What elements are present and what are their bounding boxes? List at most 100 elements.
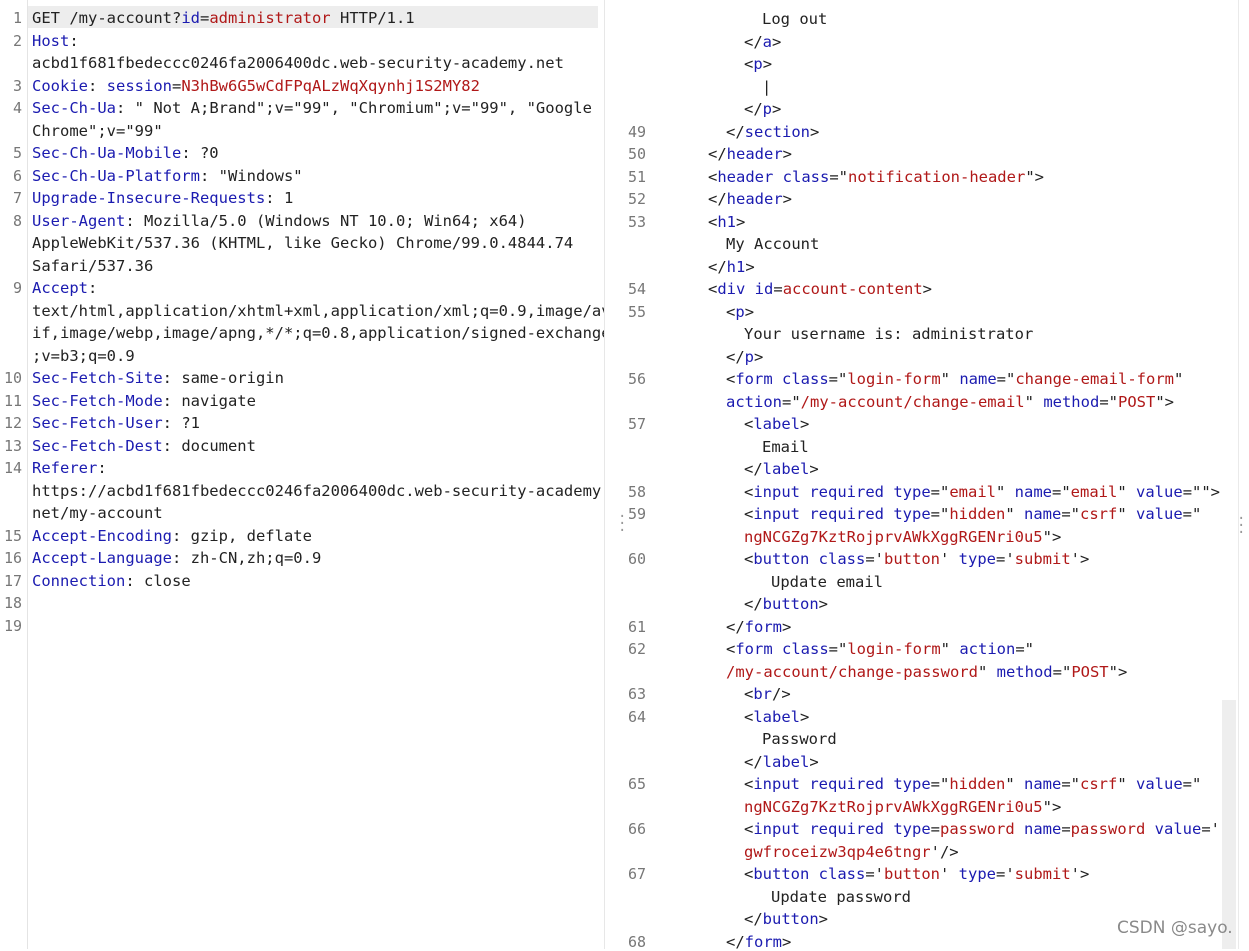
right-code-line: <label> [744,413,809,435]
code-token: /> [772,685,791,703]
code-token: > [745,257,755,276]
code-token: name [1024,505,1062,523]
code-token: < [744,415,754,433]
left-code-line: GET /my-account?id=administrator HTTP/1.… [32,7,415,29]
code-token: input required type [753,482,931,501]
code-token: < [744,707,754,726]
code-token: p [762,100,773,118]
right-line-number: 66 [627,820,646,838]
code-token: < [708,280,718,298]
left-line-number: 6 [12,166,22,185]
code-token: POST [1071,662,1109,681]
code-token: " [1024,392,1044,411]
right-code-line: </header> [708,143,792,165]
right-code-line: <div id=account-content> [708,278,932,300]
right-code-line: Your username is: administrator [744,323,1033,345]
code-token: Your username is: administrator [744,325,1034,343]
watermark: CSDN @sayo. [1117,918,1233,938]
right-code-line: </label> [744,458,819,480]
right-line-number: 57 [627,415,646,433]
code-token: AppleWebKit/537.36 (KHTML, like Gecko) C… [32,234,574,252]
code-token: N3hBw6G5wCdFPqALzWqXqynhj1S2MY82 [181,76,480,95]
code-token: < [744,775,754,793]
code-token: " [1173,370,1184,388]
left-code-line: Accept-Encoding: gzip, deflate [32,525,312,547]
code-token: '> [1070,550,1090,568]
right-code-line: /my-account/change-password" method="POS… [726,661,1127,683]
code-token: ngNCGZg7KztRojprvAWkXggRGENri0u5 [744,797,1043,816]
code-token: value [1136,482,1183,501]
code-token: = [199,9,210,27]
left-code-line: Connection: close [32,570,191,592]
right-code-line: </p> [726,346,763,368]
code-token: div id [717,280,774,298]
code-token: : [97,459,107,477]
request-editor-pane[interactable]: GET /my-account?id=administrator HTTP/1.… [0,0,604,949]
side-drag-handle-icon[interactable]: · · · [1237,512,1245,540]
code-token: action [959,640,1016,658]
code-token: : "Windows" [199,166,303,185]
left-line-number: 12 [3,414,22,432]
code-token: > [782,190,793,208]
left-code-line: ;v=b3;q=0.9 [32,345,135,367]
code-token: header class [717,167,830,186]
right-code-line: ngNCGZg7KztRojprvAWkXggRGENri0u5"> [744,796,1061,818]
left-line-number: 19 [3,616,22,635]
code-token: button [762,595,819,613]
code-token: < [726,640,736,658]
code-token: Referer [32,459,98,477]
code-token: : document [162,436,256,455]
right-line-number: 64 [627,707,646,726]
right-code-line: <button class='button' type='submit'> [744,863,1089,885]
code-token: </ [726,347,745,366]
code-token: =" [930,775,950,793]
left-code-line: Upgrade-Insecure-Requests: 1 [32,187,293,209]
right-line-number: 51 [627,167,646,186]
code-token: ;v=b3;q=0.9 [32,346,135,365]
right-code-line: <p> [744,53,772,75]
left-code-line: Accept: [32,277,97,299]
response-viewer-pane[interactable]: Log out </a> <p> | </p> </section> </header> <h… [650,0,1249,949]
left-code-line: Cookie: session=N3hBw6G5wCdFPqALzWqXqynh… [32,75,480,97]
code-token: '/> [930,842,959,861]
code-token: =" [930,505,950,523]
code-token: =" [1015,640,1035,658]
left-code-line: AppleWebKit/537.36 (KHTML, like Gecko) C… [32,232,573,254]
left-code-line: Referer: [32,457,107,479]
code-token: form class [735,370,829,388]
code-token: : " Not A;Brand";v="99", "Chromium";v="9… [116,99,592,117]
right-code-line: | [762,76,771,98]
code-token: form [744,617,782,636]
code-token: </ [726,932,745,950]
code-token: section [744,122,810,141]
code-token: : ?0 [181,144,219,162]
right-code-line: </a> [744,31,781,53]
code-token: button class [753,550,866,568]
code-token: </ [726,122,745,141]
code-token: Update password [771,887,911,906]
left-line-number: 10 [3,369,22,387]
code-token: =' [1201,820,1221,838]
response-scrollbar[interactable] [1222,700,1236,949]
right-code-line: <input required type="email" name="email… [744,481,1220,503]
code-token: User-Agent [32,211,126,230]
right-code-line: Password [762,728,837,750]
code-token: button [762,910,819,928]
code-token: < [726,370,736,388]
code-token: ' [940,865,959,883]
code-token: Host [32,31,70,50]
right-line-number: 59 [627,505,646,523]
left-code-line: Host: [32,30,79,52]
code-token: net/my-account [32,504,163,522]
code-token: : 1 [265,189,294,207]
code-token: name [1024,775,1062,793]
code-token: < [744,820,754,838]
code-token: </ [726,617,745,636]
code-token: =' [865,865,884,883]
right-line-number: 62 [627,640,646,658]
code-token: "> [1155,392,1174,411]
code-token: > [736,212,746,231]
code-token: " [1117,482,1137,501]
code-token: Sec-Fetch-Site [32,369,163,387]
code-token: < [744,55,754,73]
